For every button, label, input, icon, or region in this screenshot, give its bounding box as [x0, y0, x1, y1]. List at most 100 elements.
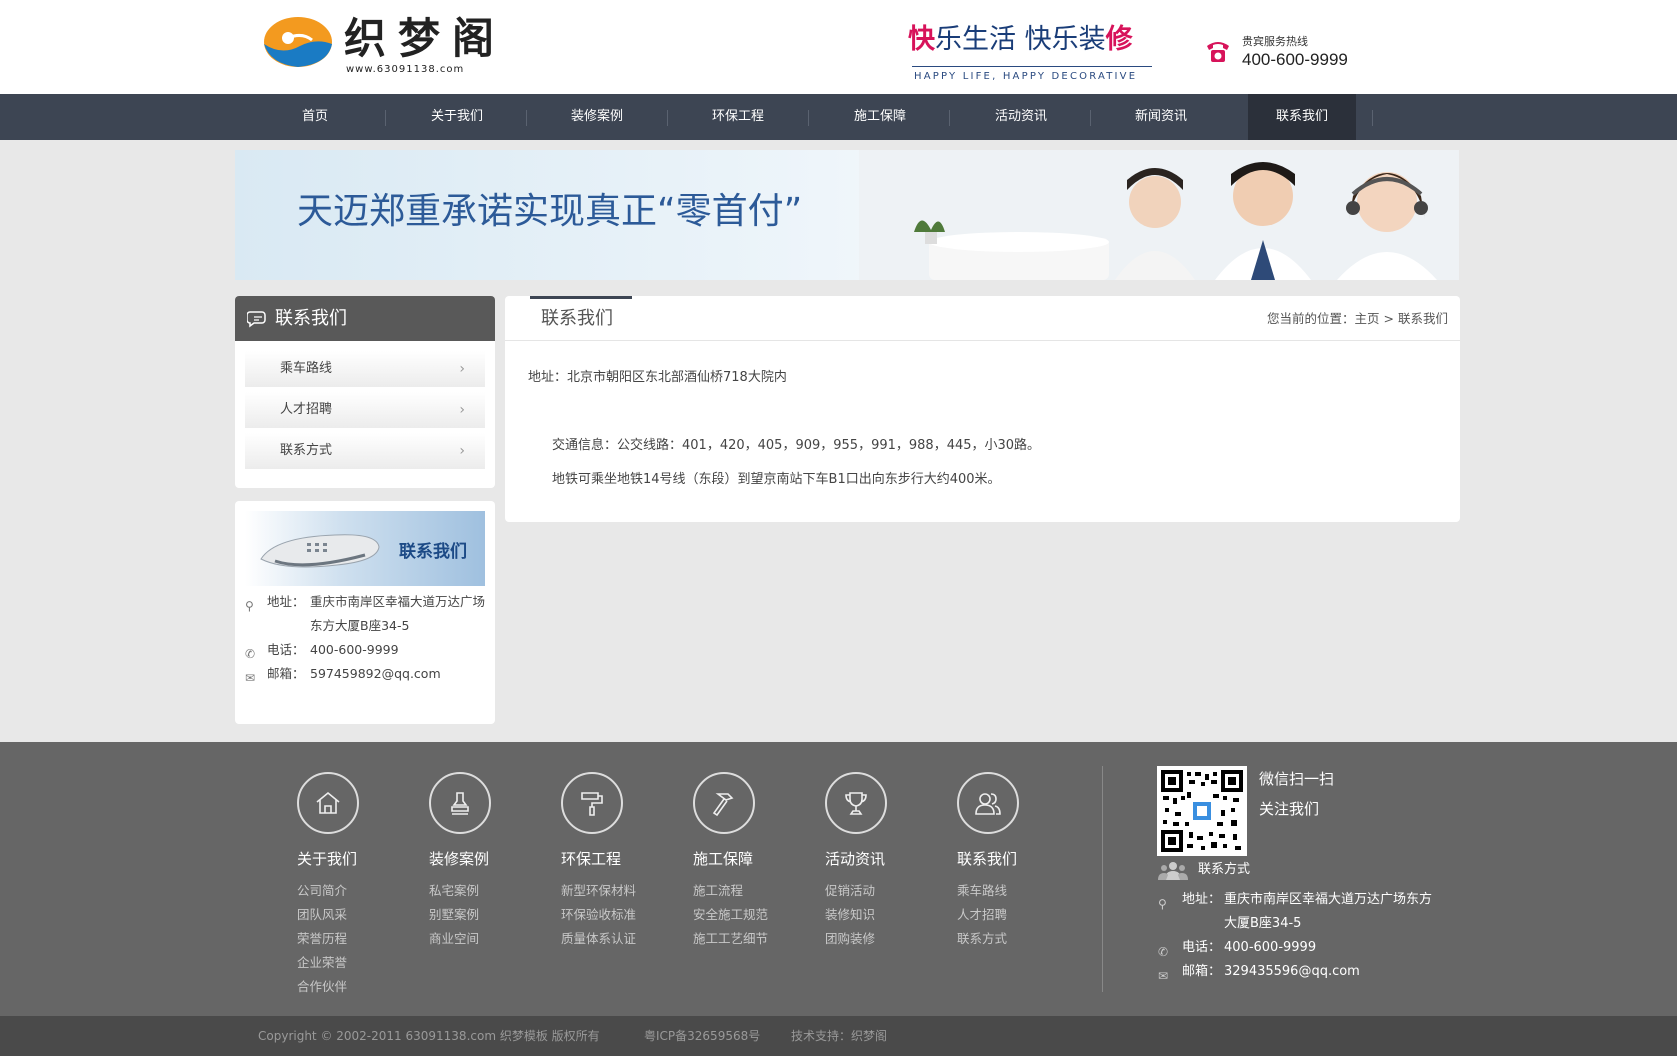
sidebar-address: ⚲ 地址： 重庆市南岸区幸福大道万达广场东方大厦B座34-5 — [245, 590, 490, 638]
nav-separator — [526, 110, 527, 126]
nav-item-cases[interactable]: 装修案例 — [532, 94, 662, 140]
nav-item-activities[interactable]: 活动资讯 — [956, 94, 1086, 140]
sidebar-item-label: 乘车路线 — [280, 361, 333, 376]
footer-link[interactable]: 团队风采 — [297, 906, 347, 924]
footer-email-label: 邮箱： — [1182, 964, 1222, 979]
breadcrumb: 您当前的位置：主页 > 联系我们 — [1267, 296, 1448, 342]
nav-separator — [949, 110, 950, 126]
slogan-middle: 乐生活 快乐装 — [935, 24, 1106, 55]
sidebar-item-contact[interactable]: 联系方式 › — [245, 433, 485, 469]
hammer-icon — [712, 793, 734, 817]
footer-icon-circle[interactable] — [693, 772, 755, 834]
breadcrumb-current[interactable]: 联系我们 — [1398, 311, 1448, 326]
sidebar-contact-panel: 联系我们 ⚲ 地址： 重庆市南岸区幸福大道万达广场东方大厦B座34-5 ✆ 电话… — [235, 501, 495, 724]
nav-item-contact[interactable]: 联系我们 — [1248, 94, 1356, 140]
footer-link[interactable]: 企业荣誉 — [297, 954, 347, 972]
chevron-right-icon: › — [459, 443, 465, 459]
address-label: 地址： — [267, 594, 305, 609]
footer-link[interactable]: 质量体系认证 — [561, 930, 636, 948]
content-address: 地址：北京市朝阳区东北部酒仙桥718大院内 — [528, 370, 787, 385]
footer-column-title[interactable]: 关于我们 — [297, 849, 357, 869]
footer-address: ⚲ 地址： 重庆市南岸区幸福大道万达广场东方大厦B座34-5 — [1158, 888, 1458, 936]
chevron-right-icon: › — [459, 402, 465, 418]
footer-link[interactable]: 联系方式 — [957, 930, 1007, 948]
breadcrumb-prefix: 您当前的位置： — [1267, 311, 1355, 326]
footer-link[interactable]: 施工工艺细节 — [693, 930, 768, 948]
footer-icon-circle[interactable] — [957, 772, 1019, 834]
nav-item-news[interactable]: 新闻资讯 — [1096, 94, 1226, 140]
site-footer: 关于我们 公司简介 团队风采 荣誉历程 企业荣誉 合作伙伴 装修案例 私宅案例 … — [0, 742, 1677, 1016]
logo-url: www.63091138.com — [346, 64, 465, 75]
sidebar-item-route[interactable]: 乘车路线 › — [245, 351, 485, 387]
footer-link[interactable]: 商业空间 — [429, 930, 479, 948]
copyright-bar: Copyright © 2002-2011 63091138.com 织梦模板 … — [0, 1016, 1677, 1056]
footer-icon-circle[interactable] — [561, 772, 623, 834]
content-subway: 地铁可乘坐地铁14号线（东段）到望京南站下车B1口出向东步行大约400米。 — [552, 472, 1001, 487]
banner-office-illustration — [859, 150, 1459, 280]
footer-column-title[interactable]: 施工保障 — [693, 849, 753, 869]
sidebar-nav-panel: 联系我们 乘车路线 › 人才招聘 › 联系方式 › — [235, 296, 495, 488]
phone-label: 电话： — [267, 642, 305, 657]
sidebar-phone: ✆ 电话： 400-600-9999 — [245, 638, 490, 662]
footer-link[interactable]: 促销活动 — [825, 882, 875, 900]
footer-link[interactable]: 装修知识 — [825, 906, 875, 924]
address-value: 重庆市南岸区幸福大道万达广场东方大厦B座34-5 — [310, 594, 486, 633]
footer-phone-label: 电话： — [1182, 940, 1222, 955]
footer-column-title[interactable]: 联系我们 — [957, 849, 1017, 869]
banner-headline: 天迈郑重承诺实现真正“零首付” — [297, 191, 803, 232]
contact-banner: 天迈郑重承诺实现真正“零首付” — [235, 150, 1459, 280]
footer-column-title[interactable]: 环保工程 — [561, 849, 621, 869]
trophy-icon — [845, 792, 867, 815]
footer-divider — [1102, 766, 1103, 992]
footer-link[interactable]: 施工流程 — [693, 882, 743, 900]
breadcrumb-home[interactable]: 主页 — [1355, 311, 1380, 326]
nav-separator — [667, 110, 668, 126]
footer-link[interactable]: 团购装修 — [825, 930, 875, 948]
phone-value: 400-600-9999 — [310, 642, 399, 657]
breadcrumb-separator: > — [1383, 311, 1394, 326]
footer-link[interactable]: 新型环保材料 — [561, 882, 636, 900]
footer-column-title[interactable]: 装修案例 — [429, 849, 489, 869]
footer-link[interactable]: 私宅案例 — [429, 882, 479, 900]
footer-link[interactable]: 安全施工规范 — [693, 906, 768, 924]
footer-email: ✉ 邮箱： 329435596@qq.com — [1158, 960, 1458, 984]
footer-column-title[interactable]: 活动资讯 — [825, 849, 885, 869]
contact-image-title: 联系我们 — [399, 542, 467, 562]
page-title: 联系我们 — [541, 308, 613, 329]
icp-number[interactable]: 粤ICP备32659568号 — [644, 1016, 760, 1056]
content-traffic: 交通信息：公交线路：401，420，405，909，955，991，988，44… — [552, 438, 1041, 453]
qr-caption-line2: 关注我们 — [1259, 800, 1320, 818]
footer-link[interactable]: 环保验收标准 — [561, 906, 636, 924]
location-pin-icon: ⚲ — [1158, 897, 1167, 911]
footer-link[interactable]: 合作伙伴 — [297, 978, 347, 996]
footer-email-value[interactable]: 329435596@qq.com — [1224, 960, 1444, 984]
sidebar-item-recruit[interactable]: 人才招聘 › — [245, 392, 485, 428]
footer-link[interactable]: 乘车路线 — [957, 882, 1007, 900]
nav-separator — [385, 110, 386, 126]
site-logo[interactable]: 织梦阁 www.63091138.com — [262, 14, 542, 75]
nav-item-eco[interactable]: 环保工程 — [673, 94, 803, 140]
footer-link[interactable]: 公司简介 — [297, 882, 347, 900]
footer-icon-circle[interactable] — [429, 772, 491, 834]
site-header: 织梦阁 www.63091138.com 快乐生活 快乐装修 HAPPY LIF… — [0, 0, 1677, 94]
contact-image: 联系我们 — [245, 511, 485, 586]
footer-link[interactable]: 荣誉历程 — [297, 930, 347, 948]
nav-separator — [1090, 110, 1091, 126]
sidebar-item-label: 联系方式 — [280, 443, 333, 458]
footer-link[interactable]: 别墅案例 — [429, 906, 479, 924]
nav-item-home[interactable]: 首页 — [250, 94, 380, 140]
email-value[interactable]: 597459892@qq.com — [310, 662, 490, 686]
nav-item-guarantee[interactable]: 施工保障 — [815, 94, 945, 140]
users-icon — [975, 793, 1001, 815]
footer-phone-value: 400-600-9999 — [1224, 940, 1317, 955]
footer-icon-circle[interactable] — [297, 772, 359, 834]
telephone-icon — [1207, 42, 1229, 62]
tech-support[interactable]: 技术支持：织梦阁 — [791, 1016, 887, 1056]
logo-swirl-icon — [264, 17, 332, 67]
nav-item-about[interactable]: 关于我们 — [392, 94, 522, 140]
paint-roller-icon — [581, 792, 603, 816]
footer-address-value: 重庆市南岸区幸福大道万达广场东方大厦B座34-5 — [1224, 892, 1433, 931]
chat-bubble-icon — [247, 311, 266, 328]
footer-icon-circle[interactable] — [825, 772, 887, 834]
footer-link[interactable]: 人才招聘 — [957, 906, 1007, 924]
